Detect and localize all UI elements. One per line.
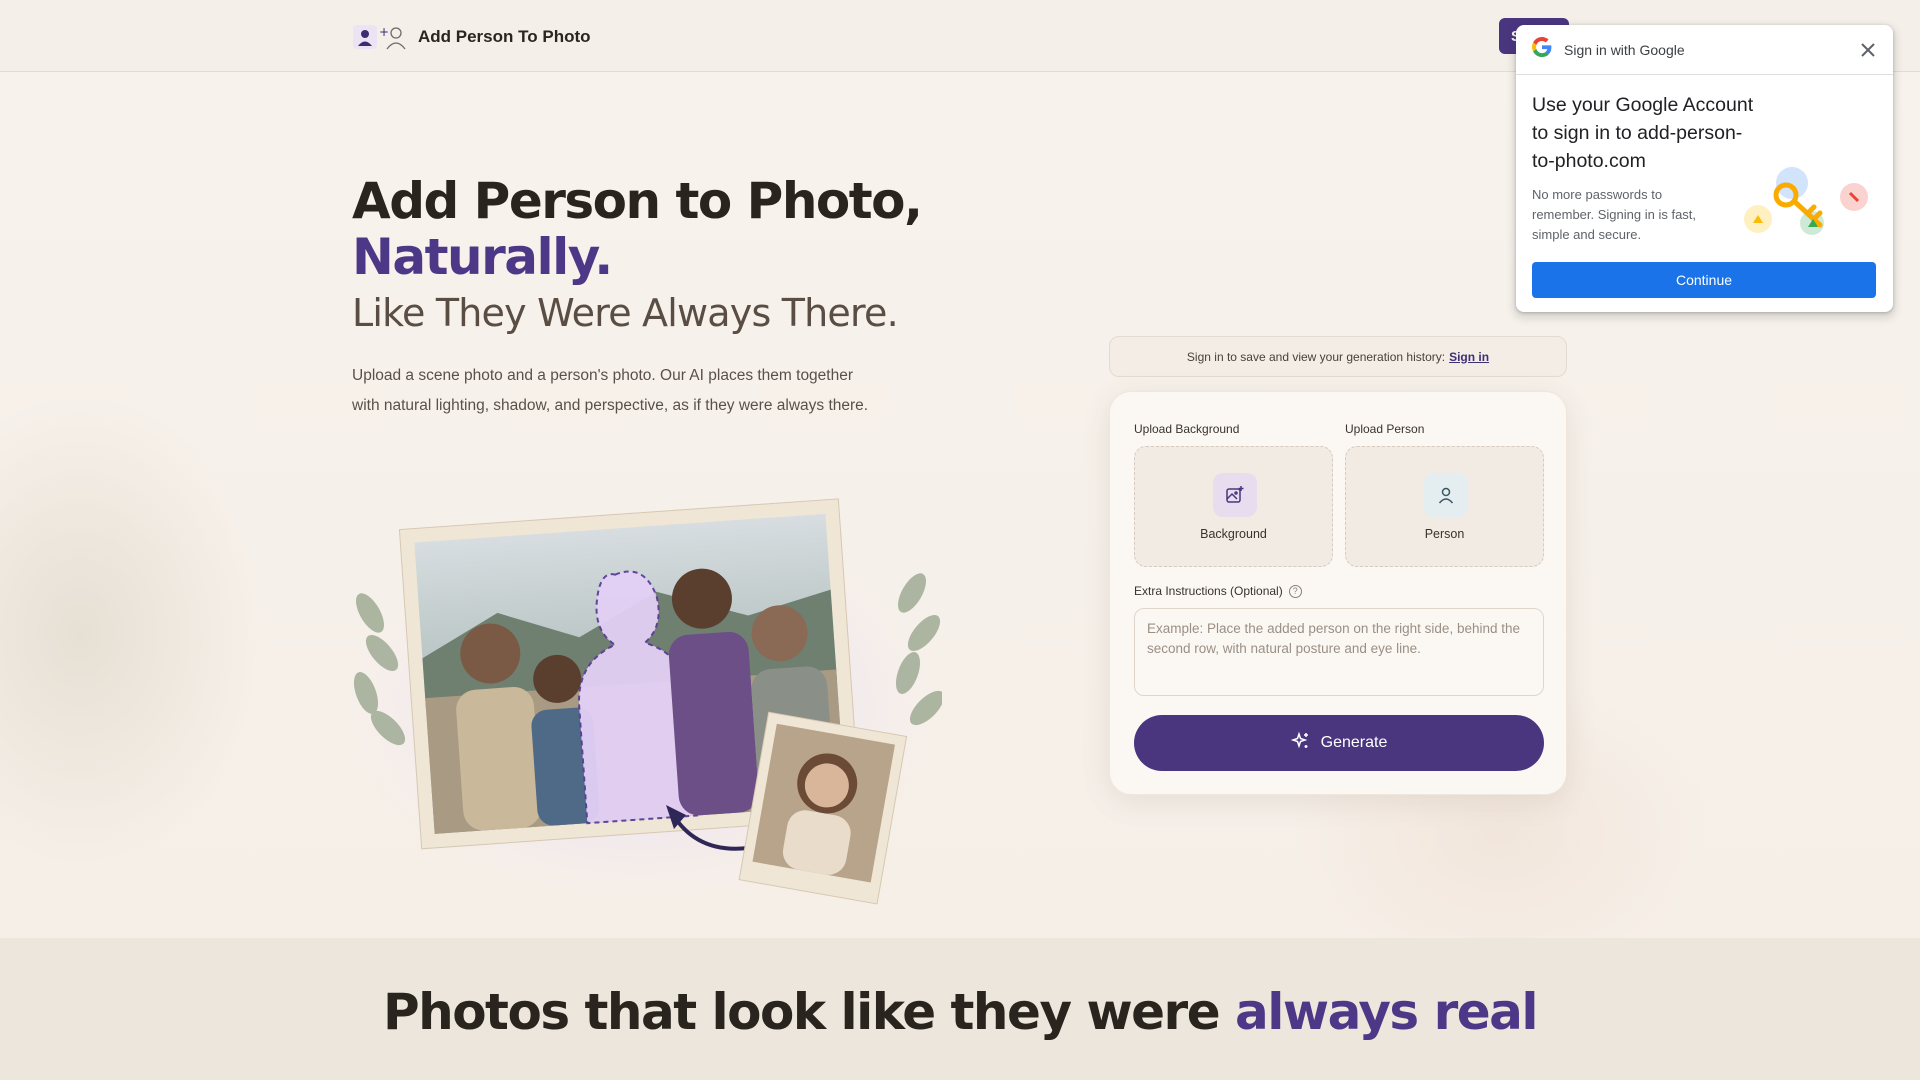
svg-text:+: + bbox=[379, 25, 389, 39]
features-title-text: Photos that look like they were bbox=[382, 983, 1221, 1041]
history-sign-in-link[interactable]: Sign in bbox=[1449, 350, 1489, 364]
hero-title-line1: Add Person to Photo, bbox=[352, 172, 923, 230]
upload-background-dropzone[interactable]: Background bbox=[1134, 446, 1333, 567]
upload-background-text: Background bbox=[1200, 527, 1267, 541]
upload-person-dropzone[interactable]: Person bbox=[1345, 446, 1544, 567]
brand[interactable]: + Add Person To Photo bbox=[352, 22, 591, 52]
sparkles-icon bbox=[1290, 731, 1311, 756]
hero-subtitle: Like They Were Always There. bbox=[352, 291, 899, 335]
close-icon[interactable] bbox=[1857, 39, 1879, 61]
generate-button[interactable]: Generate bbox=[1134, 715, 1544, 771]
hero-illustration bbox=[342, 493, 945, 913]
google-logo-icon bbox=[1532, 37, 1552, 62]
features-title-accent: always real bbox=[1235, 983, 1538, 1041]
history-notice-text: Sign in to save and view your generation… bbox=[1186, 349, 1446, 364]
upload-card: Upload Background Upload Person Backgrou… bbox=[1109, 391, 1567, 795]
upload-person-label: Upload Person bbox=[1345, 422, 1425, 436]
features-section: Photos that look like they were always r… bbox=[0, 938, 1920, 1080]
upload-person-text: Person bbox=[1424, 527, 1465, 541]
extra-instructions-input[interactable] bbox=[1134, 608, 1544, 696]
user-icon bbox=[1424, 473, 1468, 517]
image-add-icon bbox=[1213, 473, 1257, 517]
hero-description: Upload a scene photo and a person's phot… bbox=[352, 367, 869, 414]
key-illustration-icon bbox=[1742, 161, 1878, 241]
brand-logo-icon: + bbox=[352, 22, 408, 52]
google-popup-header: Sign in with Google bbox=[1516, 25, 1893, 75]
extra-instructions-label-row: Extra Instructions (Optional) ? bbox=[1134, 584, 1302, 598]
brand-title: Add Person To Photo bbox=[418, 27, 591, 46]
google-popup-body: No more passwords to remember. Signing i… bbox=[1532, 187, 1697, 242]
hero-title: Add Person to Photo, Naturally. bbox=[352, 172, 923, 286]
google-continue-button[interactable]: Continue bbox=[1532, 262, 1876, 298]
google-popup-header-title: Sign in with Google bbox=[1564, 41, 1685, 58]
google-sign-in-popup: Sign in with Google Use your Google Acco… bbox=[1516, 25, 1893, 312]
upload-background-label: Upload Background bbox=[1134, 422, 1240, 436]
generate-label: Generate bbox=[1320, 734, 1388, 751]
google-popup-title: Use your Google Account to sign in to ad… bbox=[1532, 94, 1754, 172]
extra-instructions-label: Extra Instructions (Optional) bbox=[1134, 584, 1283, 598]
hero-title-accent: Naturally. bbox=[352, 228, 613, 286]
help-icon[interactable]: ? bbox=[1288, 584, 1302, 598]
history-notice: Sign in to save and view your generation… bbox=[1109, 336, 1567, 377]
features-title: Photos that look like they were always r… bbox=[0, 986, 1920, 1038]
